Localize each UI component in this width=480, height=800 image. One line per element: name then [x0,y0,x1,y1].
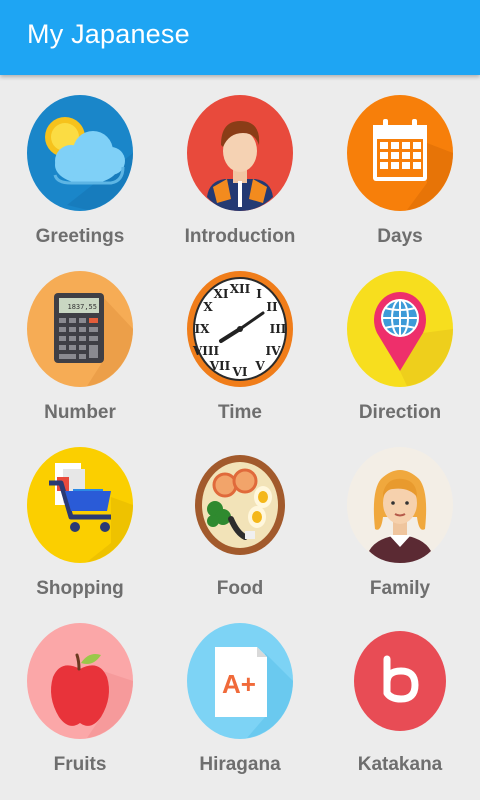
category-label: Katakana [357,754,443,775]
document-a-plus-icon: A+ [187,623,293,739]
category-label: Days [377,226,423,247]
category-label: Introduction [184,226,296,247]
weather-cloud-sun-icon [27,95,133,211]
category-direction[interactable]: Direction [320,271,480,447]
category-family[interactable]: Family [320,447,480,623]
document-grade-text: A+ [222,669,256,699]
category-greetings[interactable]: Greetings [0,95,160,271]
category-label: Number [44,402,116,423]
calculator-icon: 1837,55 [27,271,133,387]
katakana-b-icon [347,623,453,739]
svg-text:V: V [254,359,265,373]
category-label: Shopping [36,578,124,599]
category-label: Direction [358,402,442,423]
category-days[interactable]: Days [320,95,480,271]
location-globe-icon [347,271,453,387]
category-label: Hiragana [199,754,281,775]
svg-text:VI: VI [232,365,248,379]
category-label: Greetings [35,226,125,247]
category-label: Food [216,578,264,599]
category-number[interactable]: 1837,55 Number [0,271,160,447]
svg-text:XI: XI [214,287,229,301]
shopping-cart-icon [27,447,133,563]
svg-text:XII: XII [230,282,251,296]
category-introduction[interactable]: Introduction [160,95,320,271]
apple-icon [27,623,133,739]
category-hiragana[interactable]: A+ Hiragana [160,623,320,799]
app-title: My Japanese [27,19,190,49]
svg-text:VII: VII [209,359,231,373]
app-bar: My Japanese [0,0,480,75]
category-label: Time [217,402,262,423]
category-time[interactable]: XII I II III IV V VI VII VIII IX X XI Ti… [160,271,320,447]
svg-text:IV: IV [266,344,282,358]
svg-text:II: II [266,300,278,314]
clock-icon: XII I II III IV V VI VII VIII IX X XI [187,271,293,387]
woman-avatar-icon [347,447,453,563]
ramen-bowl-icon [187,447,293,563]
category-katakana[interactable]: Katakana [320,623,480,799]
category-fruits[interactable]: Fruits [0,623,160,799]
category-label: Family [369,578,431,599]
svg-text:I: I [256,287,262,301]
svg-text:III: III [270,322,287,336]
svg-text:IX: IX [195,322,211,336]
svg-text:VIII: VIII [192,344,220,358]
category-shopping[interactable]: Shopping [0,447,160,623]
category-food[interactable]: Food [160,447,320,623]
calendar-icon [347,95,453,211]
calculator-display-text: 1837,55 [67,303,97,311]
category-label: Fruits [53,754,107,775]
person-icon [187,95,293,211]
svg-text:X: X [203,300,213,314]
